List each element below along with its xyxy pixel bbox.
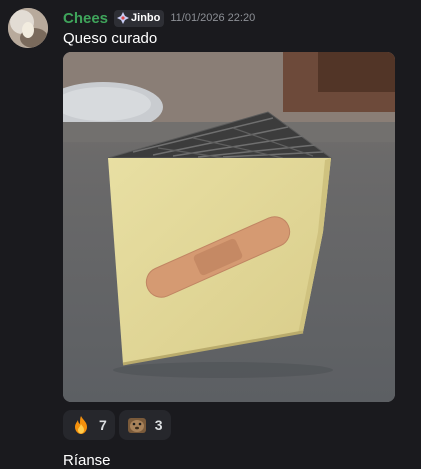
next-message-content: Ríanse (63, 452, 111, 469)
server-tag-label: Jinbo (131, 12, 161, 24)
reaction-otter[interactable]: 3 (118, 410, 171, 440)
message-content: Queso curado (63, 30, 158, 47)
message-header: Chees Jinbo 11/01/2026 22:20 (63, 8, 255, 28)
diamond-sparkle-icon (117, 12, 130, 24)
cheese-wedge-with-bandage-icon (63, 52, 395, 402)
otter-icon (127, 418, 146, 433)
avatar[interactable] (8, 8, 48, 48)
timestamp: 11/01/2026 22:20 (170, 12, 256, 24)
fire-icon (75, 416, 87, 434)
reaction-fire[interactable]: 7 (63, 410, 115, 440)
image-attachment[interactable] (63, 52, 395, 402)
reaction-count: 7 (99, 417, 107, 433)
reaction-count: 3 (154, 417, 163, 433)
reactions-bar: 7 3 (63, 410, 171, 440)
server-tag[interactable]: Jinbo (114, 9, 165, 27)
cheese-avatar-icon (8, 8, 48, 48)
username[interactable]: Chees (63, 10, 108, 27)
